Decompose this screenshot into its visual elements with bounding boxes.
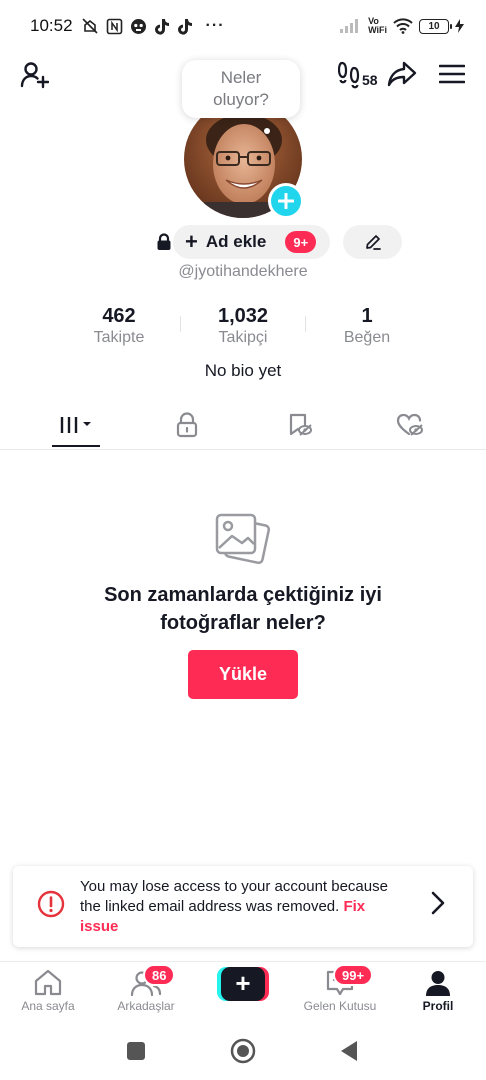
- menu-button[interactable]: [434, 57, 470, 91]
- wifi-icon: [393, 18, 413, 34]
- stat-following-label: Takipte: [93, 329, 145, 346]
- grid-dropdown-icon: [60, 416, 91, 433]
- private-lock-icon: [157, 233, 171, 250]
- stat-following[interactable]: 462 Takipte: [59, 304, 179, 347]
- add-name-plus-icon: +: [185, 229, 198, 254]
- back-button[interactable]: [334, 1036, 364, 1066]
- stat-followers-value: 1,032: [217, 305, 269, 327]
- status-bar: 10:52 ··· Vo WiFi 10: [0, 0, 486, 52]
- create-plus-icon: +: [221, 967, 265, 1001]
- stat-likes[interactable]: 1 Beğen: [307, 304, 427, 347]
- tab-favorites[interactable]: [265, 400, 335, 449]
- nav-home-label: Ana sayfa: [21, 999, 75, 1013]
- status-time: 10:52: [30, 16, 73, 35]
- edit-profile-button[interactable]: [343, 225, 402, 259]
- photos-icon: [215, 513, 271, 565]
- vowifi-line-2: WiFi: [368, 25, 387, 35]
- tab-liked[interactable]: [375, 400, 445, 449]
- nfc-icon: [106, 18, 122, 34]
- tiktok-notification-icon: [154, 18, 169, 35]
- add-name-label: Ad ekle: [205, 232, 267, 251]
- hamburger-menu-icon: [439, 64, 465, 84]
- friends-badge: 86: [143, 964, 176, 986]
- home-system-button[interactable]: [228, 1036, 258, 1066]
- tab-videos[interactable]: [41, 400, 111, 449]
- active-tab-indicator: [52, 445, 100, 447]
- add-name-badge: 9+: [285, 231, 317, 253]
- profile-visitors-button[interactable]: 58: [338, 58, 378, 92]
- warning-message: You may lose access to your account beca…: [80, 878, 388, 915]
- mute-notification-icon: [81, 18, 98, 34]
- stat-likes-value: 1: [361, 305, 373, 327]
- note-bubble[interactable]: Neler oluyor?: [182, 60, 300, 118]
- tiktok-notification-icon-2: [177, 18, 192, 35]
- warning-text: You may lose access to your account beca…: [80, 877, 390, 937]
- notification-icons: ···: [81, 17, 225, 35]
- add-friend-button[interactable]: [16, 57, 52, 93]
- system-status-icons: Vo WiFi 10: [340, 17, 464, 35]
- nav-inbox-label: Gelen Kutusu: [303, 999, 377, 1013]
- recents-button[interactable]: [121, 1036, 151, 1066]
- nav-profile[interactable]: Profil: [390, 962, 486, 1022]
- alert-icon: [37, 890, 65, 918]
- profile-tabs: [0, 400, 486, 450]
- visitors-count: 58: [362, 72, 378, 88]
- app-notification-icon: [130, 18, 146, 34]
- tab-private[interactable]: [152, 400, 222, 449]
- bookmark-hidden-icon: [289, 413, 312, 436]
- nav-friends-label: Arkadaşlar: [117, 999, 175, 1013]
- vowifi-label: Vo WiFi: [368, 17, 387, 35]
- nav-friends[interactable]: Arkadaşlar 86: [98, 962, 194, 1022]
- lock-icon: [176, 411, 198, 437]
- empty-state-title: Son zamanlarda çektiğiniz iyi fotoğrafla…: [104, 584, 382, 634]
- username: @jyotihandekhere: [178, 263, 308, 280]
- system-navigation-bar: [0, 1022, 486, 1080]
- create-button[interactable]: +: [217, 967, 269, 1001]
- add-story-button[interactable]: [268, 183, 304, 219]
- add-name-button[interactable]: + Ad ekle 9+: [173, 225, 330, 259]
- inbox-badge: 99+: [333, 964, 374, 986]
- chevron-right-icon[interactable]: [425, 888, 451, 918]
- stat-followers[interactable]: 1,032 Takipçi: [183, 304, 303, 347]
- share-icon: [387, 61, 417, 87]
- more-notifications-icon: ···: [205, 17, 225, 34]
- add-user-icon: [20, 62, 49, 89]
- plus-icon: [278, 193, 294, 209]
- note-bubble-text: Neler oluyor?: [213, 68, 269, 109]
- bio: No bio yet: [204, 361, 282, 380]
- stat-followers-label: Takipçi: [218, 329, 268, 346]
- pencil-icon: [365, 235, 381, 250]
- stat-divider: [180, 316, 181, 332]
- upload-button[interactable]: Yükle: [188, 650, 298, 699]
- stat-likes-label: Beğen: [343, 329, 391, 346]
- charging-icon: [455, 19, 464, 33]
- stat-following-value: 462: [102, 305, 136, 327]
- share-profile-button[interactable]: [385, 57, 419, 91]
- home-circle-icon: [230, 1038, 256, 1064]
- home-icon: [34, 969, 62, 996]
- nav-create[interactable]: +: [195, 962, 291, 1022]
- footprints-icon: [338, 61, 360, 89]
- signal-icon: [340, 19, 359, 33]
- battery-icon: 10: [419, 18, 452, 34]
- bottom-navigation: Ana sayfa Arkadaşlar 86 + Gelen Kutusu 9…: [0, 961, 486, 1022]
- back-triangle-icon: [341, 1041, 357, 1061]
- battery-level: 10: [428, 20, 440, 32]
- stat-divider: [305, 316, 306, 332]
- note-bubble-tail: [264, 128, 270, 134]
- nav-inbox[interactable]: Gelen Kutusu 99+: [292, 962, 388, 1022]
- heart-hidden-icon: [396, 413, 423, 436]
- account-warning-banner[interactable]: You may lose access to your account beca…: [13, 866, 473, 947]
- recents-icon: [127, 1042, 145, 1060]
- nav-profile-label: Profil: [422, 999, 454, 1013]
- nav-home[interactable]: Ana sayfa: [0, 962, 96, 1022]
- profile-icon: [426, 971, 450, 996]
